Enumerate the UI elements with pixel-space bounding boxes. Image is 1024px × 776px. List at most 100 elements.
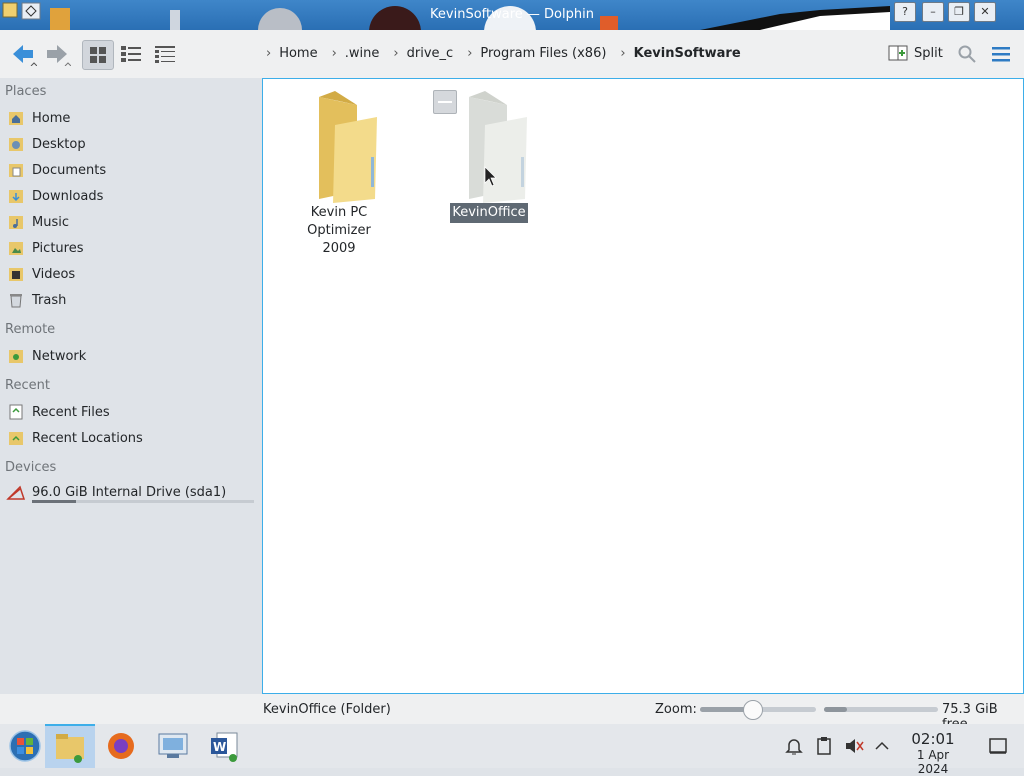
sidebar-item-music[interactable]: Music [6, 211, 69, 233]
sidebar-item-pictures[interactable]: Pictures [6, 237, 83, 259]
drive-icon [6, 483, 26, 501]
sidebar-item-documents[interactable]: Documents [6, 159, 106, 181]
menu-button[interactable] [986, 40, 1016, 68]
downloads-icon [6, 187, 26, 205]
show-desktop-icon [989, 738, 1007, 754]
notifications-button[interactable] [784, 736, 804, 760]
taskbar-word[interactable]: W [200, 724, 250, 768]
drive-usage-bar [32, 500, 254, 503]
places-panel: Places Home Desktop Documents Downloads … [0, 78, 258, 724]
chevron-right-icon: › [467, 46, 473, 61]
videos-icon [6, 265, 26, 283]
minimize-button[interactable]: – [922, 2, 944, 22]
title-bar: KevinSoftware — Dolphin ? – ❐ ✕ [0, 0, 1024, 30]
back-button[interactable] [8, 40, 38, 68]
folder-icon [469, 91, 527, 203]
drive-usage-fill [32, 500, 77, 503]
folder-item-kevin-pc-optimizer[interactable]: Kevin PC Optimizer 2009 [277, 87, 401, 259]
minimize-icon: – [930, 5, 936, 18]
forward-button[interactable] [42, 40, 72, 68]
breadcrumb: › Home › .wine › drive_c › Program Files… [262, 46, 751, 61]
sidebar-item-recent-locations[interactable]: Recent Locations [6, 427, 143, 449]
folder-item-kevinoffice[interactable]: KevinOffice [433, 87, 545, 223]
split-view-icon [888, 45, 908, 61]
breadcrumb-wine[interactable]: .wine [345, 46, 380, 61]
forward-arrow-icon [47, 45, 71, 66]
sidebar-item-trash[interactable]: Trash [6, 289, 66, 311]
compact-view-button[interactable] [116, 40, 146, 68]
volume-button[interactable] [844, 736, 864, 760]
split-label: Split [914, 45, 943, 61]
file-manager-icon [56, 734, 84, 763]
show-desktop-button[interactable] [988, 736, 1008, 760]
maximize-button[interactable]: ❐ [948, 2, 970, 22]
breadcrumb-drive-c[interactable]: drive_c [407, 46, 454, 61]
compact-view-icon [121, 46, 141, 62]
help-button[interactable]: ? [894, 2, 916, 22]
chevron-right-icon: › [331, 46, 337, 61]
sidebar-item-videos[interactable]: Videos [6, 263, 75, 285]
selection-toggle[interactable] [433, 90, 457, 114]
folder-label: KevinOffice [450, 203, 528, 223]
chevron-right-icon: › [620, 46, 626, 61]
close-button[interactable]: ✕ [974, 2, 996, 22]
hamburger-menu-icon [992, 47, 1010, 62]
zoom-label: Zoom: [655, 702, 697, 717]
sidebar-item-desktop[interactable]: Desktop [6, 133, 86, 155]
start-menu-icon [9, 730, 41, 762]
breadcrumb-home[interactable]: Home [279, 46, 317, 61]
expand-tray-icon [875, 741, 889, 750]
volume-muted-icon [846, 739, 864, 753]
section-title-recent: Recent [5, 378, 50, 393]
music-icon [6, 213, 26, 231]
free-space-bar [824, 707, 938, 712]
recent-locations-icon [6, 429, 26, 447]
taskbar-file-manager[interactable] [45, 724, 95, 768]
start-menu-button[interactable] [0, 724, 50, 768]
section-title-remote: Remote [5, 322, 56, 337]
search-icon [958, 45, 976, 63]
maximize-icon: ❐ [954, 5, 964, 18]
desktop-icon [6, 135, 26, 153]
breadcrumb-kevinsoftware[interactable]: KevinSoftware [634, 46, 741, 61]
free-space-fill [824, 707, 847, 712]
folder-label: Kevin PC Optimizer 2009 [307, 205, 371, 256]
selection-status: KevinOffice (Folder) [263, 702, 391, 717]
taskbar-remote-desktop[interactable] [148, 724, 198, 768]
chevron-right-icon: › [393, 46, 399, 61]
chevron-right-icon: › [266, 46, 272, 61]
split-button[interactable]: Split [888, 44, 943, 62]
firefox-icon [108, 733, 134, 759]
svg-text:W: W [213, 740, 226, 754]
back-arrow-icon [13, 45, 37, 66]
taskbar: W 02:01 1 Apr 2024 [0, 724, 1024, 776]
zoom-slider-handle[interactable] [743, 700, 764, 720]
close-icon: ✕ [980, 5, 990, 18]
sidebar-item-downloads[interactable]: Downloads [6, 185, 103, 207]
word-icon: W [211, 732, 238, 762]
icons-view-button[interactable] [82, 40, 114, 70]
documents-icon [6, 161, 26, 179]
toolbar: › Home › .wine › drive_c › Program Files… [0, 30, 1024, 78]
details-view-icon [155, 46, 175, 63]
pictures-icon [6, 239, 26, 257]
recent-files-icon [6, 403, 26, 421]
clock[interactable]: 02:01 1 Apr 2024 [900, 730, 966, 776]
section-title-devices: Devices [5, 460, 57, 475]
status-bar: KevinOffice (Folder) Zoom: 75.3 GiB free [0, 694, 1024, 732]
home-icon [6, 109, 26, 127]
taskbar-firefox[interactable] [96, 724, 146, 768]
window-title: KevinSoftware — Dolphin [430, 7, 594, 22]
clipboard-icon [817, 737, 831, 755]
sidebar-item-network[interactable]: Network [6, 345, 86, 367]
sidebar-item-home[interactable]: Home [6, 107, 70, 129]
details-view-button[interactable] [150, 40, 180, 68]
file-view[interactable]: Kevin PC Optimizer 2009 KevinOffice [262, 78, 1024, 694]
search-button[interactable] [952, 40, 982, 68]
remote-desktop-icon [158, 733, 188, 758]
clipboard-button[interactable] [814, 736, 834, 760]
notifications-icon [785, 739, 803, 755]
sidebar-item-recent-files[interactable]: Recent Files [6, 401, 110, 423]
breadcrumb-program-files[interactable]: Program Files (x86) [480, 46, 606, 61]
expand-tray-button[interactable] [874, 736, 890, 760]
